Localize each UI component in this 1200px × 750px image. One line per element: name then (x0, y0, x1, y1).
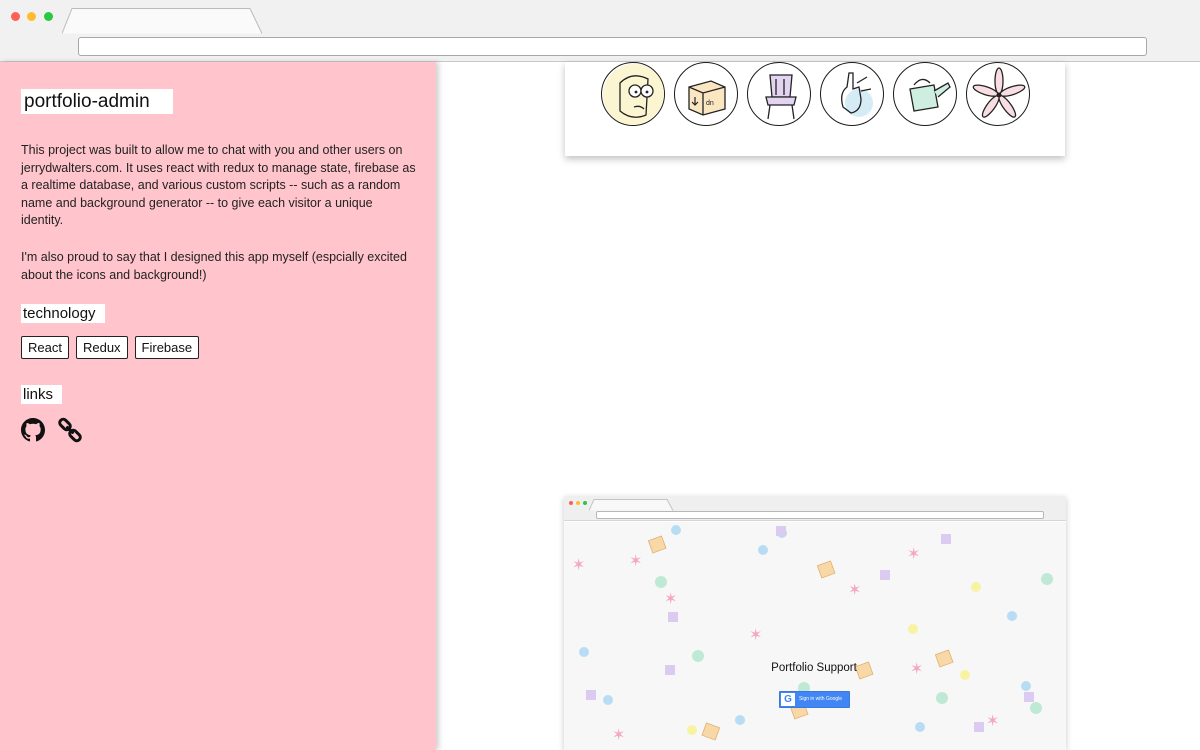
flower-icon (966, 62, 1030, 126)
svg-text:✶: ✶ (848, 580, 861, 599)
maximize-window-button[interactable] (44, 12, 53, 21)
project-description: This project was built to allow me to ch… (21, 143, 416, 228)
hand-gesture-icon (820, 62, 884, 126)
svg-text:✶: ✶ (612, 725, 625, 744)
svg-text:✶: ✶ (749, 625, 762, 644)
svg-text:dn: dn (706, 100, 714, 107)
preview-browser-chrome (564, 496, 1066, 521)
browser-chrome (0, 0, 1200, 62)
chair-icon (747, 62, 811, 126)
links-heading: links (21, 385, 62, 404)
svg-text:✶: ✶ (572, 555, 585, 574)
app-screenshot-preview: ✶ ✶ ✶ ✶ ✶ ✶ ✶ ✶ ✶ Portfolio Support G Si… (564, 496, 1066, 750)
browser-tab[interactable] (62, 8, 264, 34)
preview-background: ✶ ✶ ✶ ✶ ✶ ✶ ✶ ✶ ✶ Portfolio Support G Si… (564, 522, 1066, 750)
project-note: I'm also proud to say that I designed th… (21, 250, 407, 282)
github-icon[interactable] (21, 418, 45, 442)
watering-can-icon (893, 62, 957, 126)
link-icon[interactable] (57, 417, 83, 443)
svg-text:✶: ✶ (910, 659, 923, 678)
package-box-icon: dn (674, 62, 738, 126)
project-title: portfolio-admin (21, 89, 173, 114)
preview-close-dot (569, 501, 573, 505)
tag-firebase: Firebase (134, 336, 200, 359)
preview-minimize-dot (576, 501, 580, 505)
rick-face-icon (601, 62, 665, 126)
tag-redux: Redux (75, 336, 128, 359)
preview-address-bar (596, 511, 1044, 519)
icon-gallery-card: dn (565, 62, 1065, 156)
preview-app-title: Portfolio Support (771, 662, 857, 674)
google-logo-icon: G (781, 693, 795, 706)
technology-heading: technology (21, 304, 105, 323)
svg-text:✶: ✶ (986, 711, 999, 730)
pattern-background: ✶ ✶ ✶ ✶ ✶ ✶ ✶ ✶ ✶ (572, 525, 1053, 744)
svg-text:✶: ✶ (664, 589, 677, 608)
close-window-button[interactable] (11, 12, 20, 21)
svg-text:✶: ✶ (907, 544, 920, 563)
minimize-window-button[interactable] (27, 12, 36, 21)
preview-tab (589, 499, 674, 511)
google-signin-label: Sign in with Google (799, 696, 843, 702)
technology-tags: React Redux Firebase (21, 336, 200, 359)
google-signin-button: G Sign in with Google (779, 691, 850, 708)
address-bar[interactable] (78, 37, 1147, 56)
project-info-panel: portfolio-admin This project was built t… (0, 62, 436, 750)
svg-text:✶: ✶ (629, 551, 642, 570)
tag-react: React (21, 336, 69, 359)
preview-maximize-dot (583, 501, 587, 505)
